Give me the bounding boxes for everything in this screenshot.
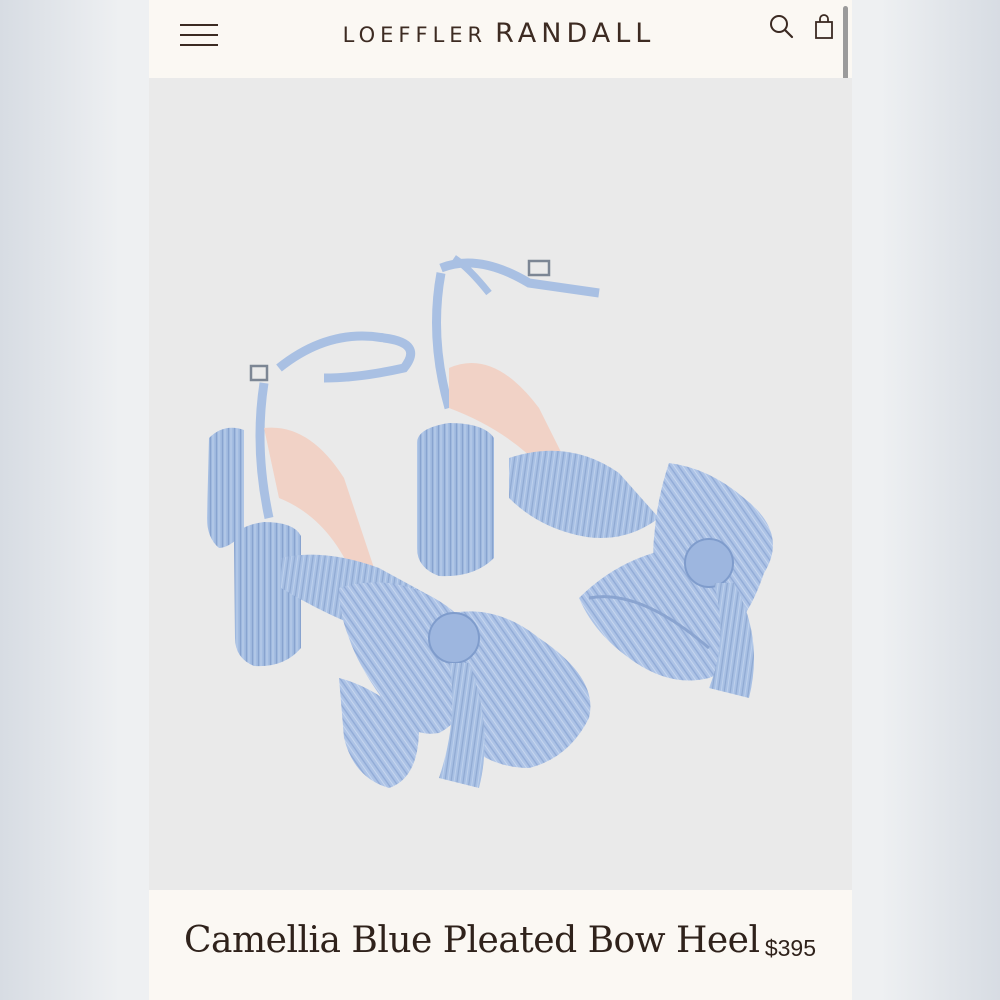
search-icon[interactable] <box>769 14 795 40</box>
site-header: LOEFFLER RANDALL <box>149 0 852 272</box>
product-price: $395 <box>764 935 816 961</box>
brand-logo-first: LOEFFLER <box>342 23 488 47</box>
sandals-illustration <box>207 255 773 788</box>
product-image[interactable] <box>149 78 852 890</box>
product-title[interactable]: Camellia Blue Pleated Bow Heel <box>184 920 760 961</box>
brand-logo[interactable]: LOEFFLER RANDALL <box>299 18 699 49</box>
brand-logo-second: RANDALL <box>495 18 656 49</box>
phone-screen: LOEFFLER RANDALL Camellia Blue Pleated B… <box>149 0 852 1000</box>
product-info: Camellia Blue Pleated Bow Heel $395 <box>149 890 852 1000</box>
hamburger-menu-icon[interactable] <box>180 24 218 46</box>
shopping-bag-icon[interactable] <box>812 14 838 40</box>
